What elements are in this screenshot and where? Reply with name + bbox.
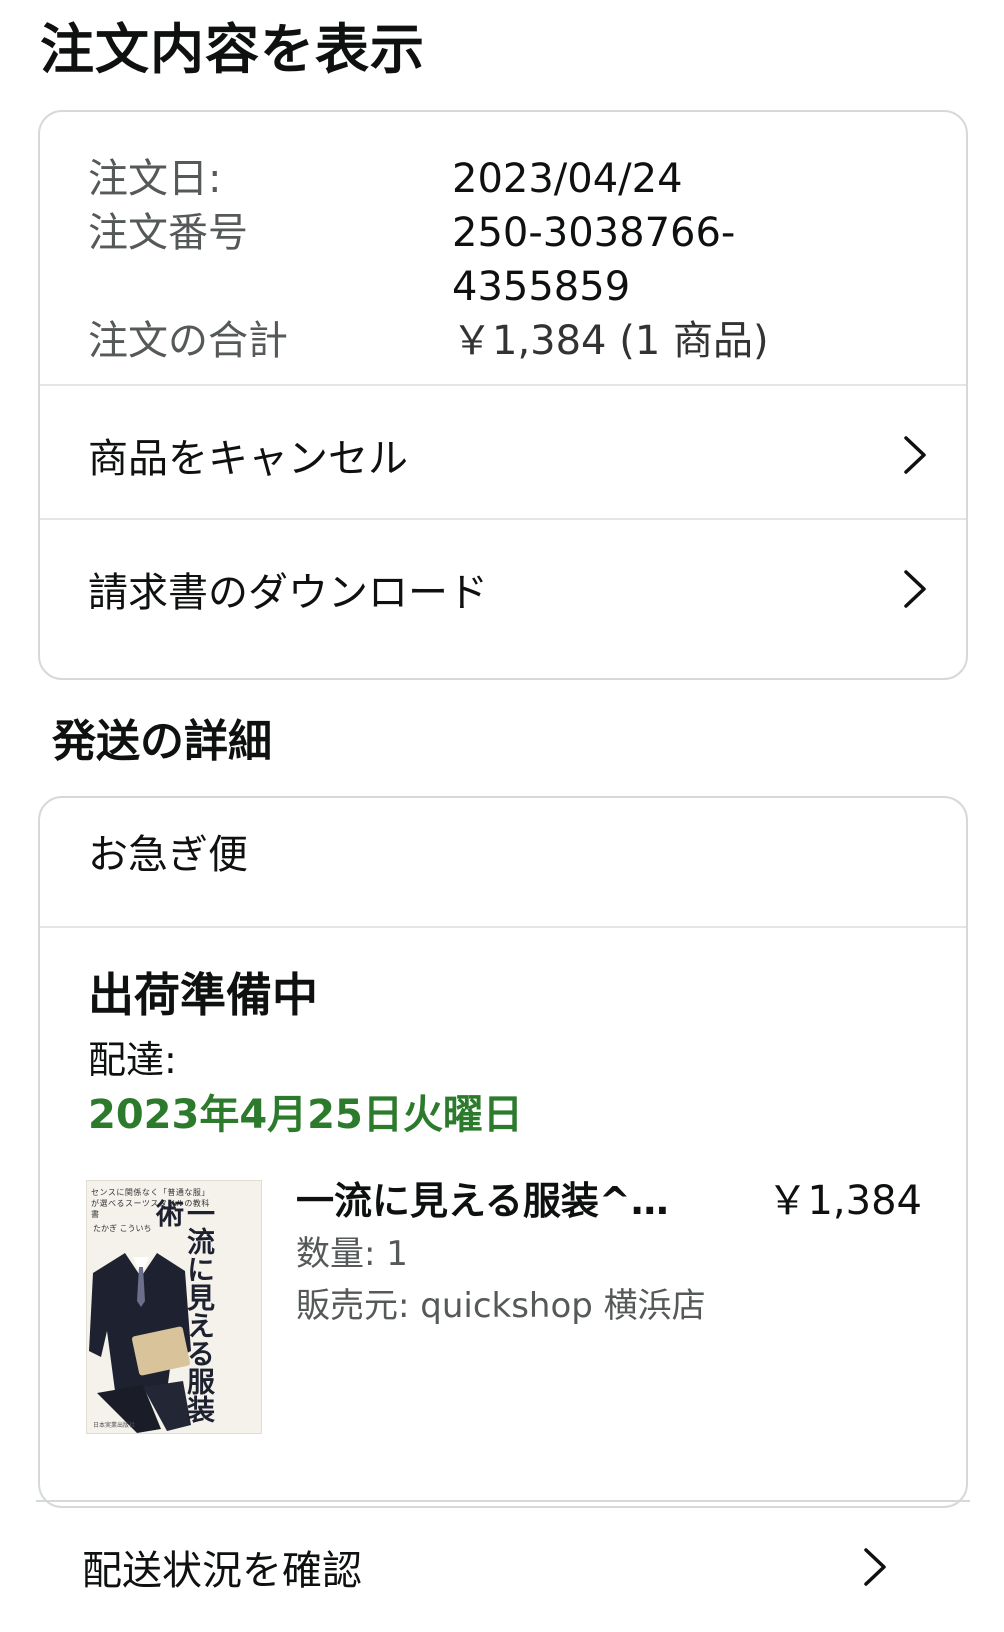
cancel-items-button[interactable]: 商品をキャンセル bbox=[40, 386, 966, 524]
track-package-label: 配送状況を確認 bbox=[82, 1548, 362, 1594]
shipment-card: お急ぎ便 出荷準備中 配達: 2023年4月25日火曜日 センスに関係なく「普通… bbox=[38, 796, 968, 1508]
track-package-button[interactable]: 配送状況を確認 bbox=[0, 1502, 1004, 1632]
product-seller: 販売元: quickshop 横浜店 bbox=[296, 1286, 706, 1326]
shipping-section-title: 発送の詳細 bbox=[52, 716, 272, 767]
order-info: 注文日: 2023/04/24 注文番号 250-3038766- 435585… bbox=[88, 152, 928, 368]
order-details-page: 注文内容を表示 注文日: 2023/04/24 注文番号 250-3038766… bbox=[0, 0, 1004, 1632]
chevron-right-icon bbox=[898, 435, 932, 475]
order-number-value-line1: 250-3038766- bbox=[452, 210, 736, 256]
product-price: ￥1,384 bbox=[767, 1178, 922, 1224]
book-cover-publisher: 日本実業出版社 bbox=[93, 1422, 136, 1429]
delivery-label: 配達: bbox=[88, 1038, 177, 1082]
chevron-right-icon bbox=[898, 569, 932, 609]
cancel-items-label: 商品をキャンセル bbox=[88, 436, 408, 482]
order-summary-card: 注文日: 2023/04/24 注文番号 250-3038766- 435585… bbox=[38, 110, 968, 680]
order-total-label: 注文の合計 bbox=[88, 318, 288, 364]
shipping-speed: お急ぎ便 bbox=[88, 832, 248, 878]
page-title: 注文内容を表示 bbox=[40, 18, 425, 81]
product-name-link[interactable]: 一流に見える服装^… bbox=[296, 1176, 706, 1226]
divider bbox=[40, 926, 966, 928]
book-cover-author: たかぎ こういち bbox=[93, 1224, 152, 1233]
shipment-status: 出荷準備中 bbox=[88, 968, 318, 1022]
order-date-value: 2023/04/24 bbox=[452, 156, 683, 202]
order-number-value-line2: 4355859 bbox=[452, 264, 631, 310]
order-date-label: 注文日: bbox=[88, 156, 222, 202]
download-invoice-button[interactable]: 請求書のダウンロード bbox=[40, 520, 966, 658]
order-number-label: 注文番号 bbox=[88, 210, 248, 256]
book-cover-title: 一流に見える服装術 bbox=[152, 1199, 216, 1423]
delivery-date: 2023年4月25日火曜日 bbox=[88, 1092, 523, 1138]
download-invoice-label: 請求書のダウンロード bbox=[88, 570, 488, 616]
order-total-value: ￥1,384 (1 商品) bbox=[452, 318, 769, 364]
product-quantity: 数量: 1 bbox=[296, 1234, 408, 1274]
chevron-right-icon bbox=[858, 1547, 892, 1587]
product-image[interactable]: センスに関係なく「普通な服」が選べるスーツスタイルの教科書 たかぎ こういち 一… bbox=[86, 1180, 262, 1434]
